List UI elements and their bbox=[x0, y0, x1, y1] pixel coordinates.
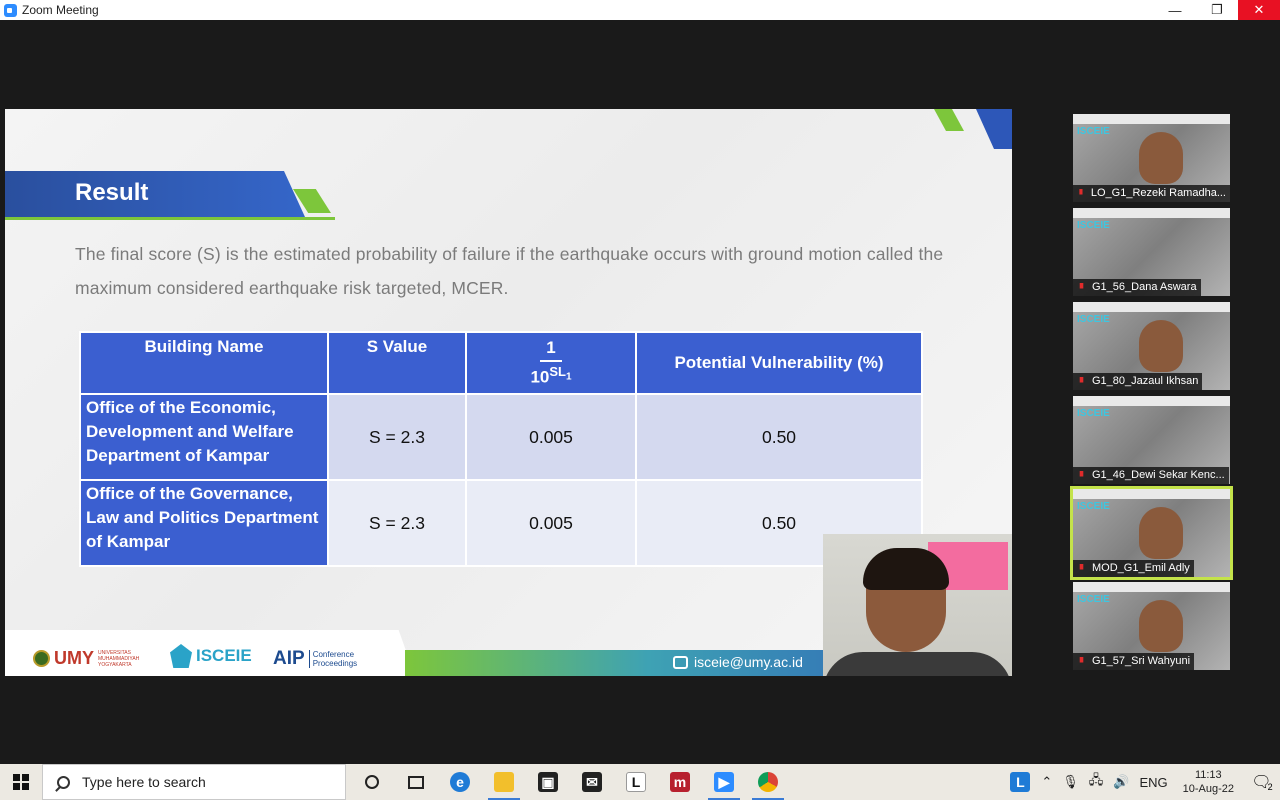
isceie-banner: ISCEIE bbox=[1077, 220, 1110, 231]
building-name-cell: Office of the Governance, Law and Politi… bbox=[79, 479, 329, 567]
taskbar: Type here to search e ▣ ✉ L m ▶ L ⌃ 🎙 🖧 … bbox=[0, 764, 1280, 800]
search-icon bbox=[57, 775, 70, 789]
system-tray: L ⌃ 🎙 🖧 🔊 ENG 11:13 10-Aug-22 🗨 2 bbox=[1010, 764, 1280, 800]
mic-muted-icon bbox=[1079, 188, 1083, 195]
s-value-cell: S = 2.3 bbox=[327, 393, 467, 481]
fraction-cell: 0.005 bbox=[465, 479, 637, 567]
umy-logo: UMY UNIVERSITAS MUHAMMADIYAH YOGYAKARTA bbox=[33, 648, 150, 669]
notification-center-button[interactable]: 🗨 2 bbox=[1244, 764, 1280, 800]
minimize-button[interactable]: — bbox=[1154, 0, 1196, 20]
header-s-value: S Value bbox=[327, 331, 467, 395]
participant-name-label: G1_80_Jazaul Ikhsan bbox=[1073, 373, 1203, 390]
mendeley-icon[interactable]: m bbox=[658, 764, 702, 800]
title-bar: Zoom Meeting — ❐ ✕ bbox=[0, 0, 1280, 20]
header-vulnerability: Potential Vulnerability (%) bbox=[635, 331, 923, 395]
chevron-up-icon[interactable]: ⌃ bbox=[1036, 774, 1057, 790]
participant-name-label: G1_57_Sri Wahyuni bbox=[1073, 653, 1195, 670]
volume-icon[interactable]: 🔊 bbox=[1108, 774, 1134, 790]
participant-tile[interactable]: ISCEIE G1_56_Dana Aswara bbox=[1073, 208, 1230, 296]
speaker-body bbox=[823, 652, 1012, 676]
slide-heading: Result bbox=[75, 179, 149, 206]
participant-avatar bbox=[1139, 600, 1183, 652]
file-explorer-icon[interactable] bbox=[482, 764, 526, 800]
window-title: Zoom Meeting bbox=[22, 3, 99, 17]
close-button[interactable]: ✕ bbox=[1238, 0, 1280, 20]
participant-tile[interactable]: ISCEIE LO_G1_Rezeki Ramadha... bbox=[1073, 114, 1230, 202]
store-icon[interactable]: ▣ bbox=[526, 764, 570, 800]
isceie-banner: ISCEIE bbox=[1077, 126, 1110, 137]
participant-tile[interactable]: ISCEIE G1_57_Sri Wahyuni bbox=[1073, 582, 1230, 670]
fraction-cell: 0.005 bbox=[465, 393, 637, 481]
header-building-name: Building Name bbox=[79, 331, 329, 395]
speaker-video[interactable] bbox=[823, 534, 1012, 676]
meeting-area: Result The final score (S) is the estima… bbox=[0, 20, 1280, 764]
results-table: Building Name S Value 1 10SL1 Potential … bbox=[79, 331, 923, 567]
fraction: 1 10SL1 bbox=[530, 338, 571, 388]
mic-muted-icon bbox=[1079, 656, 1084, 663]
mail-icon[interactable]: ✉ bbox=[570, 764, 614, 800]
language-indicator[interactable]: ENG bbox=[1134, 775, 1172, 790]
mic-muted-icon bbox=[1079, 470, 1084, 477]
cortana-icon[interactable] bbox=[350, 764, 394, 800]
participant-name-label: MOD_G1_Emil Adly bbox=[1073, 560, 1194, 577]
participant-name-label: G1_46_Dewi Sekar Kenc... bbox=[1073, 467, 1229, 484]
taskbar-search-box[interactable]: Type here to search bbox=[42, 764, 346, 800]
umy-seal-icon bbox=[33, 650, 50, 667]
zoom-app-icon bbox=[4, 3, 17, 17]
footer-email: isceie@umy.ac.id bbox=[673, 654, 803, 670]
aip-logo: AIP Conference Proceedings bbox=[273, 648, 358, 669]
participant-tile-active-speaker[interactable]: ISCEIE MOD_G1_Emil Adly bbox=[1070, 486, 1233, 580]
participant-avatar bbox=[1139, 320, 1183, 372]
slide-paragraph: The final score (S) is the estimated pro… bbox=[75, 244, 944, 298]
slide-decoration bbox=[934, 109, 964, 131]
lmemo-tray-icon[interactable]: L bbox=[1010, 772, 1031, 792]
envelope-icon bbox=[673, 655, 688, 669]
start-button[interactable] bbox=[0, 764, 42, 800]
participant-avatar bbox=[1139, 507, 1183, 559]
isceie-banner: ISCEIE bbox=[1077, 501, 1110, 512]
building-name-cell: Office of the Economic, Development and … bbox=[79, 393, 329, 481]
edge-browser-icon[interactable]: e bbox=[438, 764, 482, 800]
participant-name-label: G1_56_Dana Aswara bbox=[1073, 279, 1201, 296]
heading-banner bbox=[5, 171, 305, 217]
mic-muted-icon bbox=[1079, 282, 1084, 289]
search-placeholder: Type here to search bbox=[82, 774, 206, 790]
participant-name-label: LO_G1_Rezeki Ramadha... bbox=[1073, 185, 1230, 202]
isceie-logo: ISCEIE bbox=[170, 644, 252, 668]
isceie-banner: ISCEIE bbox=[1077, 408, 1110, 419]
participant-tile[interactable]: ISCEIE G1_46_Dewi Sekar Kenc... bbox=[1073, 396, 1230, 484]
vulnerability-cell: 0.50 bbox=[635, 393, 923, 481]
clock[interactable]: 11:13 10-Aug-22 bbox=[1173, 768, 1244, 796]
s-value-cell: S = 2.3 bbox=[327, 479, 467, 567]
heading-underline bbox=[5, 217, 335, 220]
fraction-denominator: 10SL1 bbox=[530, 364, 572, 387]
chrome-icon[interactable] bbox=[746, 764, 790, 800]
lmemo-app-icon[interactable]: L bbox=[614, 764, 658, 800]
zoom-taskbar-icon[interactable]: ▶ bbox=[702, 764, 746, 800]
task-view-icon[interactable] bbox=[394, 764, 438, 800]
network-icon[interactable]: 🖧 bbox=[1084, 771, 1109, 793]
table-header-row: Building Name S Value 1 10SL1 Potential … bbox=[79, 331, 923, 395]
mic-muted-icon bbox=[1079, 563, 1084, 570]
mic-muted-icon bbox=[1079, 376, 1084, 383]
isceie-banner: ISCEIE bbox=[1077, 594, 1110, 605]
microphone-icon[interactable]: 🎙 bbox=[1057, 774, 1084, 790]
isceie-mark-icon bbox=[170, 644, 192, 668]
fraction-numerator: 1 bbox=[540, 338, 562, 363]
header-fraction: 1 10SL1 bbox=[465, 331, 637, 395]
table-row: Office of the Governance, Law and Politi… bbox=[79, 479, 923, 567]
participant-avatar bbox=[1139, 132, 1183, 184]
isceie-banner: ISCEIE bbox=[1077, 314, 1110, 325]
windows-logo-icon bbox=[13, 774, 29, 790]
participant-tile[interactable]: ISCEIE G1_80_Jazaul Ikhsan bbox=[1073, 302, 1230, 390]
restore-button[interactable]: ❐ bbox=[1196, 0, 1238, 20]
table-row: Office of the Economic, Development and … bbox=[79, 393, 923, 481]
window-controls: — ❐ ✕ bbox=[1154, 0, 1280, 20]
